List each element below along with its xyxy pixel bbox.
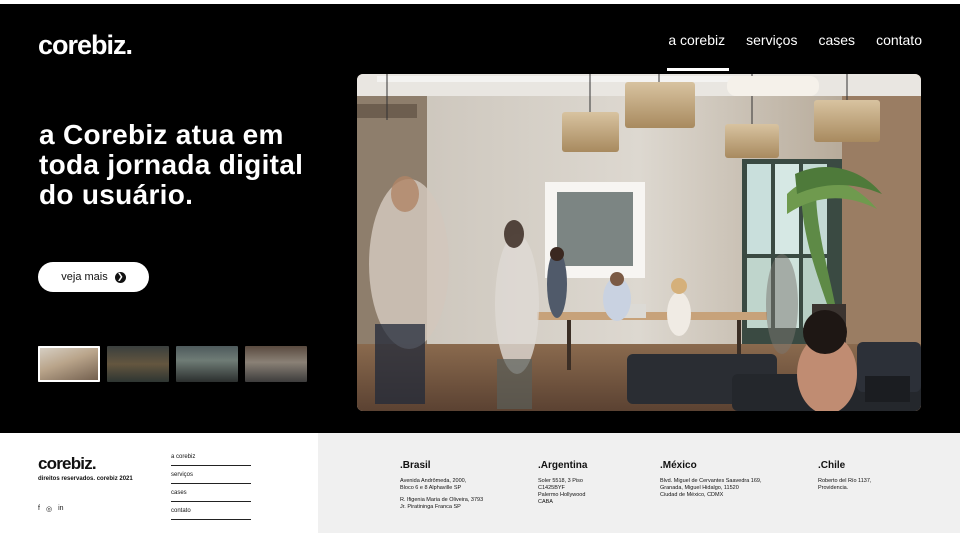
- see-more-button[interactable]: veja mais ❯: [38, 262, 149, 292]
- see-more-label: veja mais: [61, 271, 108, 283]
- nav-item-contato[interactable]: contato: [876, 32, 922, 48]
- nav-item-a-corebiz[interactable]: a corebiz: [668, 32, 725, 48]
- office-address: Avenida Andrômeda, 2000, Bloco 6 e 8 Alph…: [400, 478, 467, 491]
- office-address: Soler 5518, 3 Piso C1425BYF Palermo Hollyw…: [538, 478, 586, 505]
- footer-link-cases[interactable]: cases: [171, 487, 251, 502]
- nav-item-cases[interactable]: cases: [818, 32, 855, 48]
- thumbnail-3[interactable]: [176, 346, 238, 382]
- main-nav: a corebiz serviços cases contato: [668, 32, 922, 48]
- social-links: f ◎ in: [38, 505, 64, 513]
- thumbnail-2[interactable]: [107, 346, 169, 382]
- nav-active-indicator: [667, 68, 729, 71]
- office-country: .Chile: [818, 460, 846, 471]
- thumbnail-1[interactable]: [38, 346, 100, 382]
- office-chile: .Chile Roberto del Río 1137, Providencia.: [818, 460, 871, 492]
- footer-logo[interactable]: corebiz.: [38, 454, 97, 474]
- office-address: Roberto del Río 1137, Providencia.: [818, 478, 872, 491]
- office-address: Blvd. Miguel de Cervantes Saavedra 169, G…: [660, 478, 762, 498]
- linkedin-icon[interactable]: in: [58, 505, 63, 513]
- footer-link-a-corebiz[interactable]: a corebiz: [171, 451, 251, 466]
- arrow-right-icon: ❯: [114, 271, 126, 283]
- office-country: .México: [660, 460, 697, 471]
- instagram-icon[interactable]: ◎: [46, 505, 52, 513]
- footer-offices: .Brasil Avenida Andrômeda, 2000, Bloco 6 …: [318, 433, 960, 533]
- copyright-text: direitos reservados. corebiz 2021: [38, 476, 133, 482]
- hero-headline: a Corebiz atua em toda jornada digital d…: [39, 119, 304, 210]
- facebook-icon[interactable]: f: [38, 505, 40, 513]
- hero-office-photo: [357, 74, 921, 411]
- office-address: R. Ifigenia Maria de Oliveira, 3793 Jr. P…: [400, 497, 484, 510]
- footer-link-servicos[interactable]: serviços: [171, 469, 251, 484]
- brand-logo[interactable]: corebiz.: [38, 30, 133, 61]
- office-brasil: .Brasil Avenida Andrômeda, 2000, Bloco 6 …: [400, 460, 483, 511]
- hero-thumbnails: [38, 346, 307, 382]
- nav-item-servicos[interactable]: serviços: [746, 32, 797, 48]
- office-argentina: .Argentina Soler 5518, 3 Piso C1425BYF Pal…: [538, 460, 587, 506]
- hero-section: corebiz. a corebiz serviços cases contat…: [0, 4, 960, 433]
- thumbnail-4[interactable]: [245, 346, 307, 382]
- footer-nav: a corebiz serviços cases contato: [171, 451, 251, 523]
- footer-link-contato[interactable]: contato: [171, 505, 251, 520]
- office-mexico: .México Blvd. Miguel de Cervantes Saaved…: [660, 460, 762, 499]
- footer-brand-area: corebiz. direitos reservados. corebiz 20…: [0, 433, 318, 533]
- office-country: .Argentina: [538, 460, 588, 471]
- office-country: .Brasil: [400, 460, 431, 471]
